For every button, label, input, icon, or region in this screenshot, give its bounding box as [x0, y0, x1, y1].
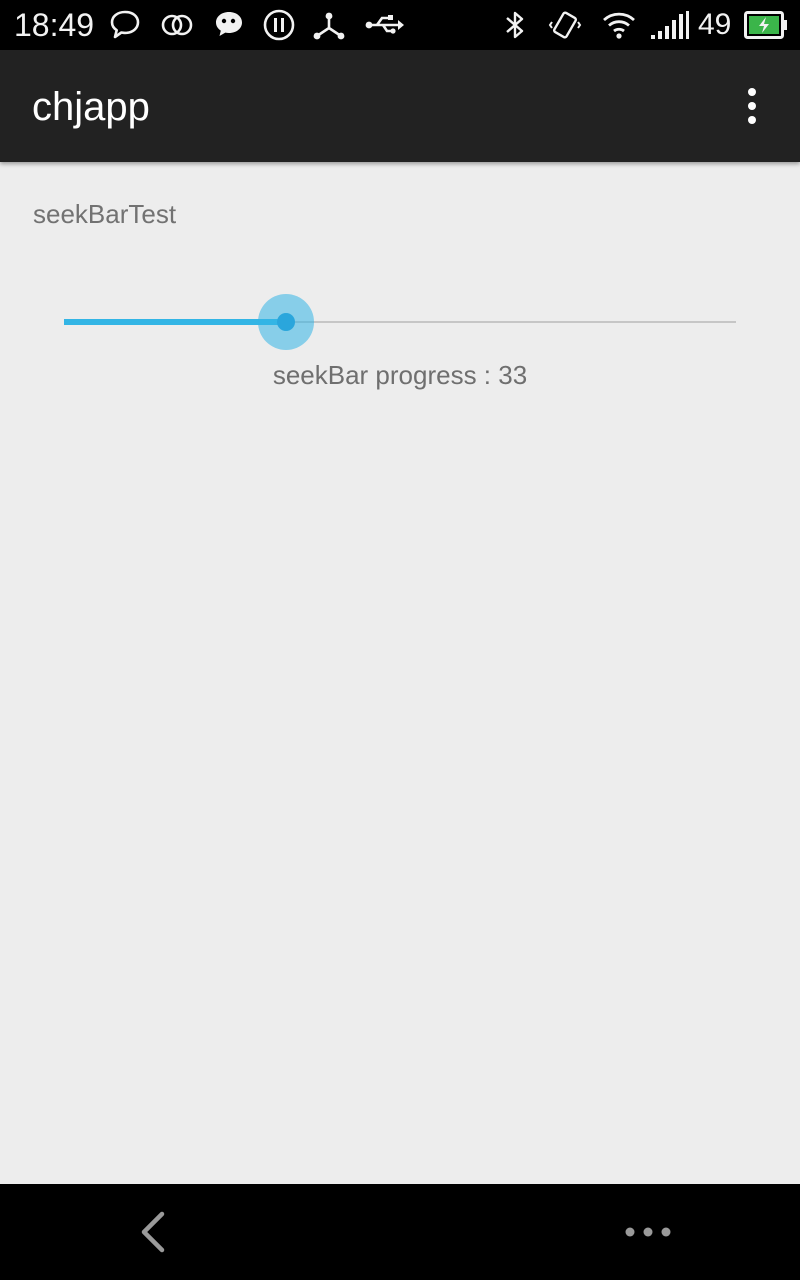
status-bar: 18:49 49 [0, 0, 800, 50]
usb-icon [364, 8, 406, 42]
signal-icon [650, 8, 690, 42]
network-share-icon [312, 8, 346, 42]
section-label: seekBarTest [33, 199, 177, 229]
back-chevron-icon[interactable] [130, 1208, 176, 1256]
progress-text: seekBar progress : 33 [272, 360, 528, 390]
chat-bubble-icon [108, 8, 142, 42]
seekbar-fill [64, 319, 286, 325]
wifi-icon [602, 8, 636, 42]
progress-seekbar[interactable] [64, 292, 736, 352]
overflow-menu-icon[interactable] [730, 80, 774, 132]
seekbar-thumb[interactable] [277, 313, 295, 331]
linked-rings-icon [160, 8, 194, 42]
battery-charging-icon [744, 11, 788, 39]
app-bar: chjapp [0, 50, 800, 162]
battery-level: 49 [698, 8, 732, 41]
status-time: 18:49 [14, 7, 95, 43]
wechat-icon [212, 8, 246, 42]
bluetooth-icon [498, 8, 532, 42]
vibrate-icon [548, 8, 582, 42]
pause-circle-icon [262, 8, 296, 42]
app-title: chjapp [32, 85, 150, 129]
more-dots-icon[interactable] [620, 1220, 676, 1244]
navigation-bar [0, 1184, 800, 1280]
